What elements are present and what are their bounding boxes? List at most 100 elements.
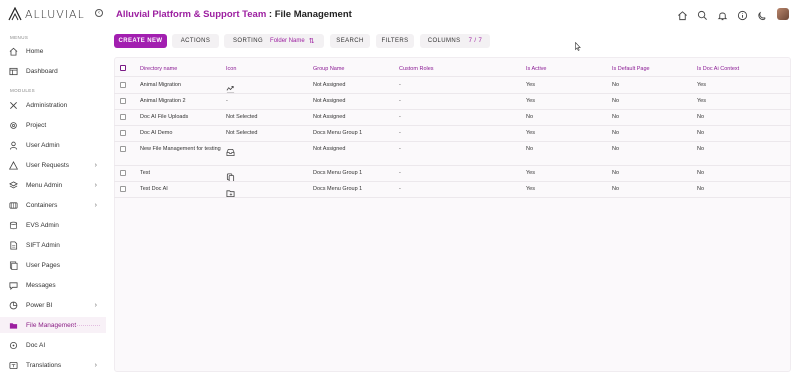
column-header-is-doc-ai-context[interactable]: Is Doc Ai Context xyxy=(697,66,739,72)
cell-is-active: Yes xyxy=(526,170,535,176)
cell-directory-name[interactable]: Doc AI File Uploads xyxy=(140,113,188,121)
chevron-right-icon[interactable]: › xyxy=(95,162,97,169)
row-divider xyxy=(114,197,791,198)
cell-group-name: Not Assigned xyxy=(313,114,346,120)
sidebar-item-dashboard[interactable]: Dashboard xyxy=(0,63,106,79)
chevron-right-icon[interactable]: › xyxy=(95,202,97,209)
cell-group-name: Not Assigned xyxy=(313,82,346,88)
cell-is-doc-ai-context: Yes xyxy=(697,82,706,88)
info-icon[interactable] xyxy=(737,8,748,21)
columns-label: COLUMNS xyxy=(427,38,461,44)
cell-directory-name[interactable]: Test xyxy=(140,169,150,177)
sidebar-item-power-bi[interactable]: Power BI › xyxy=(0,297,106,313)
sidebar-item-sift-admin[interactable]: SIFT Admin xyxy=(0,237,106,253)
sidebar-item-label: Menu Admin xyxy=(26,181,63,189)
row-checkbox[interactable] xyxy=(120,130,126,136)
cell-is-default-page: No xyxy=(612,170,620,176)
column-header-group-name[interactable]: Group Name xyxy=(313,66,345,72)
sidebar-item-label: Containers xyxy=(26,201,58,209)
home-icon xyxy=(9,47,18,56)
brand-name: ALLUVIAL xyxy=(25,7,85,21)
sidebar-item-home[interactable]: Home xyxy=(0,43,106,59)
sidebar-item-translations[interactable]: Translations › xyxy=(0,357,106,373)
sidebar-item-administration[interactable]: Administration xyxy=(0,97,106,113)
cell-directory-name[interactable]: New File Management for testing xyxy=(140,145,222,153)
collapse-sidebar-icon[interactable]: ‹ xyxy=(95,9,103,17)
mouse-cursor-icon xyxy=(575,42,581,51)
filters-button[interactable]: FILTERS xyxy=(376,34,414,48)
sidebar-item-evs-admin[interactable]: EVS Admin xyxy=(0,217,106,233)
sidebar-item-doc-ai[interactable]: Doc AI xyxy=(0,337,106,353)
sidebar-item-user-requests[interactable]: User Requests › xyxy=(0,157,106,173)
copy-icon xyxy=(226,169,235,182)
row-checkbox[interactable] xyxy=(120,146,126,152)
page-title: Alluvial Platform & Support Team : File … xyxy=(116,9,352,20)
bell-icon[interactable] xyxy=(717,8,728,21)
actions-button[interactable]: ACTIONS xyxy=(172,34,219,48)
layers-icon xyxy=(9,180,18,190)
cell-is-default-page: No xyxy=(612,114,620,120)
message-icon xyxy=(9,281,18,290)
sidebar-item-user-pages[interactable]: User Pages xyxy=(0,257,106,273)
cell-group-name: Docs Menu Group 1 xyxy=(313,130,363,136)
column-header-custom-roles[interactable]: Custom Roles xyxy=(399,66,434,72)
cell-directory-name[interactable]: Animal Migration xyxy=(140,81,181,89)
sidebar-item-label: User Requests xyxy=(26,161,69,169)
cell-directory-name[interactable]: Animal Migration 2 xyxy=(140,97,186,105)
avatar[interactable] xyxy=(777,8,789,20)
sidebar-item-user-admin[interactable]: User Admin xyxy=(0,137,106,153)
sidebar-item-file-management[interactable]: File Management xyxy=(0,317,106,333)
row-divider xyxy=(114,181,791,182)
chevron-right-icon[interactable]: › xyxy=(95,302,97,309)
sidebar-item-project[interactable]: Project xyxy=(0,117,106,133)
cell-directory-name[interactable]: Doc AI Demo xyxy=(140,129,172,137)
brand[interactable]: ALLUVIAL xyxy=(8,6,85,22)
row-checkbox[interactable] xyxy=(120,170,126,176)
row-divider xyxy=(114,93,791,94)
moon-icon[interactable] xyxy=(757,8,768,21)
create-new-button[interactable]: CREATE NEW xyxy=(114,34,167,48)
sidebar-item-containers[interactable]: Containers › xyxy=(0,197,106,213)
column-header-icon[interactable]: Icon xyxy=(226,66,236,72)
sidebar-item-label: Dashboard xyxy=(26,67,58,75)
cell-is-default-page: No xyxy=(612,82,620,88)
sorting-button[interactable]: SORTING Folder Name ⇅ xyxy=(224,34,324,48)
row-checkbox[interactable] xyxy=(120,82,126,88)
select-all-checkbox[interactable] xyxy=(120,65,126,71)
chevron-right-icon[interactable]: › xyxy=(95,182,97,189)
user-icon xyxy=(9,141,18,150)
row-checkbox[interactable] xyxy=(120,114,126,120)
row-checkbox[interactable] xyxy=(120,186,126,192)
dashboard-icon xyxy=(9,67,18,76)
cell-icon-text: Not Selected xyxy=(226,114,258,120)
search-button[interactable]: SEARCH xyxy=(330,34,370,48)
row-divider xyxy=(114,165,791,166)
columns-button[interactable]: COLUMNS 7 / 7 xyxy=(420,34,490,48)
cell-directory-name[interactable]: Test Doc AI xyxy=(140,185,168,193)
chevron-right-icon[interactable]: › xyxy=(95,362,97,369)
cell-custom-roles: - xyxy=(399,146,401,152)
migration-icon xyxy=(226,81,235,94)
document-icon xyxy=(9,240,18,250)
sidebar-item-label: Doc AI xyxy=(26,341,46,349)
row-checkbox[interactable] xyxy=(120,98,126,104)
search-icon[interactable] xyxy=(697,8,708,20)
pages-icon xyxy=(9,261,18,270)
column-header-is-default-page[interactable]: Is Default Page xyxy=(612,66,650,72)
alluvial-logo-icon xyxy=(8,7,22,21)
sidebar-item-menu-admin[interactable]: Menu Admin › xyxy=(0,177,106,193)
column-header-is-active[interactable]: Is Active xyxy=(526,66,546,72)
home-icon[interactable] xyxy=(677,8,688,21)
folder-icon xyxy=(9,321,18,330)
row-divider xyxy=(114,141,791,142)
sidebar-item-messages[interactable]: Messages xyxy=(0,277,106,293)
sidebar-item-label: Messages xyxy=(26,281,56,289)
sidebar-item-label: User Pages xyxy=(26,261,60,269)
org-name: Alluvial Platform & Support Team xyxy=(116,9,267,20)
sidebar-item-label: Translations xyxy=(26,361,62,369)
cell-is-default-page: No xyxy=(612,146,620,152)
column-header-directory-name[interactable]: Directory name xyxy=(140,66,177,72)
sidebar: ALLUVIAL ‹ MENUS Home Dashboard MODULES … xyxy=(0,0,107,382)
tools-icon xyxy=(9,101,18,110)
docai-icon xyxy=(9,341,18,350)
